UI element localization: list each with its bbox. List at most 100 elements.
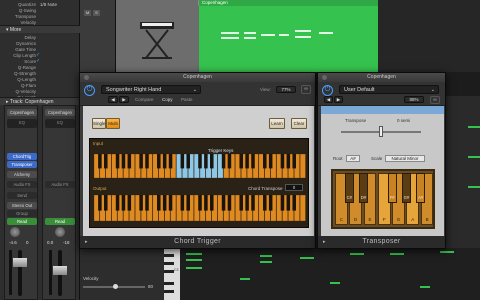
root-menu[interactable]: A# — [346, 155, 360, 162]
transpose-slider-thumb[interactable] — [379, 126, 383, 137]
preset-menu[interactable]: User Default ⌄ — [339, 85, 439, 94]
compare-button[interactable]: Compare — [135, 97, 154, 102]
output-keyboard[interactable] — [94, 195, 306, 221]
link-icon[interactable]: ∞ — [430, 96, 440, 104]
piano-black-key[interactable] — [157, 154, 161, 169]
transposer-titlebar[interactable]: Copenhagen — [318, 73, 445, 82]
pan-knob[interactable] — [10, 227, 20, 237]
automation-mode-read[interactable]: Read — [7, 218, 37, 225]
view-zoom-menu[interactable]: 77% — [276, 86, 296, 93]
group-slot[interactable]: Group — [7, 210, 37, 217]
clear-button[interactable]: Clear — [291, 118, 307, 129]
piano-black-key[interactable] — [280, 195, 285, 211]
piano-black-key[interactable] — [227, 195, 232, 211]
piano-black-key[interactable] — [198, 195, 202, 211]
piano-black-key[interactable] — [204, 195, 208, 211]
instrument-slot-alchemy[interactable]: Alchemy — [7, 171, 37, 178]
piano-black-key[interactable] — [239, 195, 243, 211]
midi-fx-slot-chord-trigger[interactable]: ChordTrig — [7, 153, 37, 160]
piano-black-key[interactable] — [280, 154, 285, 169]
piano-black-key[interactable] — [210, 195, 214, 211]
previous-preset-button[interactable]: ◀ — [108, 96, 118, 103]
paste-button[interactable]: Paste — [181, 97, 193, 102]
piano-black-key[interactable] — [104, 195, 108, 211]
transposer-black-key[interactable]: F# — [387, 173, 397, 203]
bypass-power-icon[interactable]: ⏻ — [84, 85, 95, 96]
next-preset-button[interactable]: ▶ — [119, 96, 129, 103]
output-slot[interactable]: Stereo Out — [7, 202, 37, 209]
piano-black-key[interactable] — [168, 195, 173, 211]
piano-black-key[interactable] — [145, 154, 149, 169]
empty-track-lane[interactable] — [378, 0, 480, 72]
close-window-icon[interactable] — [322, 75, 327, 80]
volume-fader-cap[interactable] — [13, 258, 27, 267]
checkmark-icon[interactable]: ✓ — [36, 53, 40, 58]
scale-menu[interactable]: Natural Minor — [385, 155, 425, 162]
piano-black-key[interactable] — [292, 195, 296, 211]
pan-knob[interactable] — [55, 227, 65, 237]
disclosure-triangle-icon[interactable]: ▸ — [323, 236, 326, 248]
track-section-header[interactable]: ▸ Track: Copenhagen — [0, 97, 80, 105]
piano-black-key[interactable] — [139, 195, 143, 211]
piano-black-key[interactable] — [162, 154, 167, 169]
transposer-black-key[interactable]: A# — [416, 173, 426, 203]
piano-black-key[interactable] — [127, 154, 132, 169]
piano-black-key[interactable] — [251, 195, 255, 211]
piano-black-key[interactable] — [263, 195, 267, 211]
piano-black-key[interactable] — [292, 154, 296, 169]
piano-white-key[interactable] — [299, 154, 306, 178]
piano-black-key[interactable] — [198, 154, 202, 169]
piano-black-key[interactable] — [204, 154, 208, 169]
piano-black-key[interactable] — [115, 195, 120, 211]
piano-black-key[interactable] — [286, 195, 291, 211]
close-window-icon[interactable] — [84, 75, 89, 80]
automation-mode-read[interactable]: Read — [45, 218, 75, 225]
piano-black-key[interactable] — [268, 195, 273, 211]
eq-thumbnail[interactable]: EQ — [45, 119, 75, 128]
piano-black-key[interactable] — [186, 154, 190, 169]
piano-black-key[interactable] — [121, 154, 126, 169]
piano-black-key[interactable] — [180, 154, 185, 169]
piano-black-key[interactable] — [221, 195, 226, 211]
piano-black-key[interactable] — [168, 154, 173, 169]
send-slot[interactable]: Send — [7, 192, 37, 199]
audio-fx-slot[interactable]: Audio FX — [45, 181, 75, 188]
strip-name-field[interactable]: Copenhagen — [45, 109, 75, 116]
transposer-black-key[interactable]: D# — [359, 173, 369, 203]
piano-black-key[interactable] — [115, 154, 120, 169]
piano-black-key[interactable] — [186, 195, 190, 211]
piano-black-key[interactable] — [162, 195, 167, 211]
piano-black-key[interactable] — [263, 154, 267, 169]
piano-black-key[interactable] — [145, 195, 149, 211]
piano-black-key[interactable] — [98, 154, 102, 169]
piano-black-key[interactable] — [121, 195, 126, 211]
velocity-slider-thumb[interactable] — [113, 284, 118, 289]
volume-fader-track[interactable] — [18, 250, 22, 296]
view-zoom-menu[interactable]: 88% — [404, 96, 424, 103]
piano-black-key[interactable] — [239, 154, 243, 169]
piano-black-key[interactable] — [245, 195, 249, 211]
bypass-power-icon[interactable]: ⏻ — [322, 85, 333, 96]
piano-black-key[interactable] — [127, 195, 132, 211]
piano-roll-keyboard[interactable]: C3 — [164, 248, 180, 300]
strip-name-field[interactable]: Copenhagen — [7, 109, 37, 116]
disclosure-triangle-icon[interactable]: ▸ — [85, 236, 88, 248]
audio-fx-slot[interactable]: Audio FX — [7, 181, 37, 188]
piano-black-key[interactable] — [139, 154, 143, 169]
single-mode-button[interactable]: Single — [92, 118, 106, 129]
link-icon[interactable]: ∞ — [301, 85, 311, 94]
eq-thumbnail[interactable]: EQ — [7, 119, 37, 128]
piano-black-key[interactable] — [286, 154, 291, 169]
next-preset-button[interactable]: ▶ — [334, 96, 343, 103]
piano-black-key[interactable] — [268, 154, 273, 169]
solo-button[interactable]: S — [93, 10, 100, 16]
input-keyboard[interactable] — [94, 154, 306, 178]
piano-black-key[interactable] — [104, 154, 108, 169]
piano-black-key[interactable] — [180, 195, 185, 211]
transposer-black-key[interactable]: G# — [401, 173, 411, 203]
mute-button[interactable]: M — [84, 10, 91, 16]
piano-black-key[interactable] — [157, 195, 161, 211]
chord-trigger-titlebar[interactable]: Copenhagen — [80, 73, 315, 82]
preset-menu[interactable]: Songwriter Right Hand ⌄ — [101, 85, 201, 94]
piano-white-key[interactable] — [299, 195, 306, 221]
